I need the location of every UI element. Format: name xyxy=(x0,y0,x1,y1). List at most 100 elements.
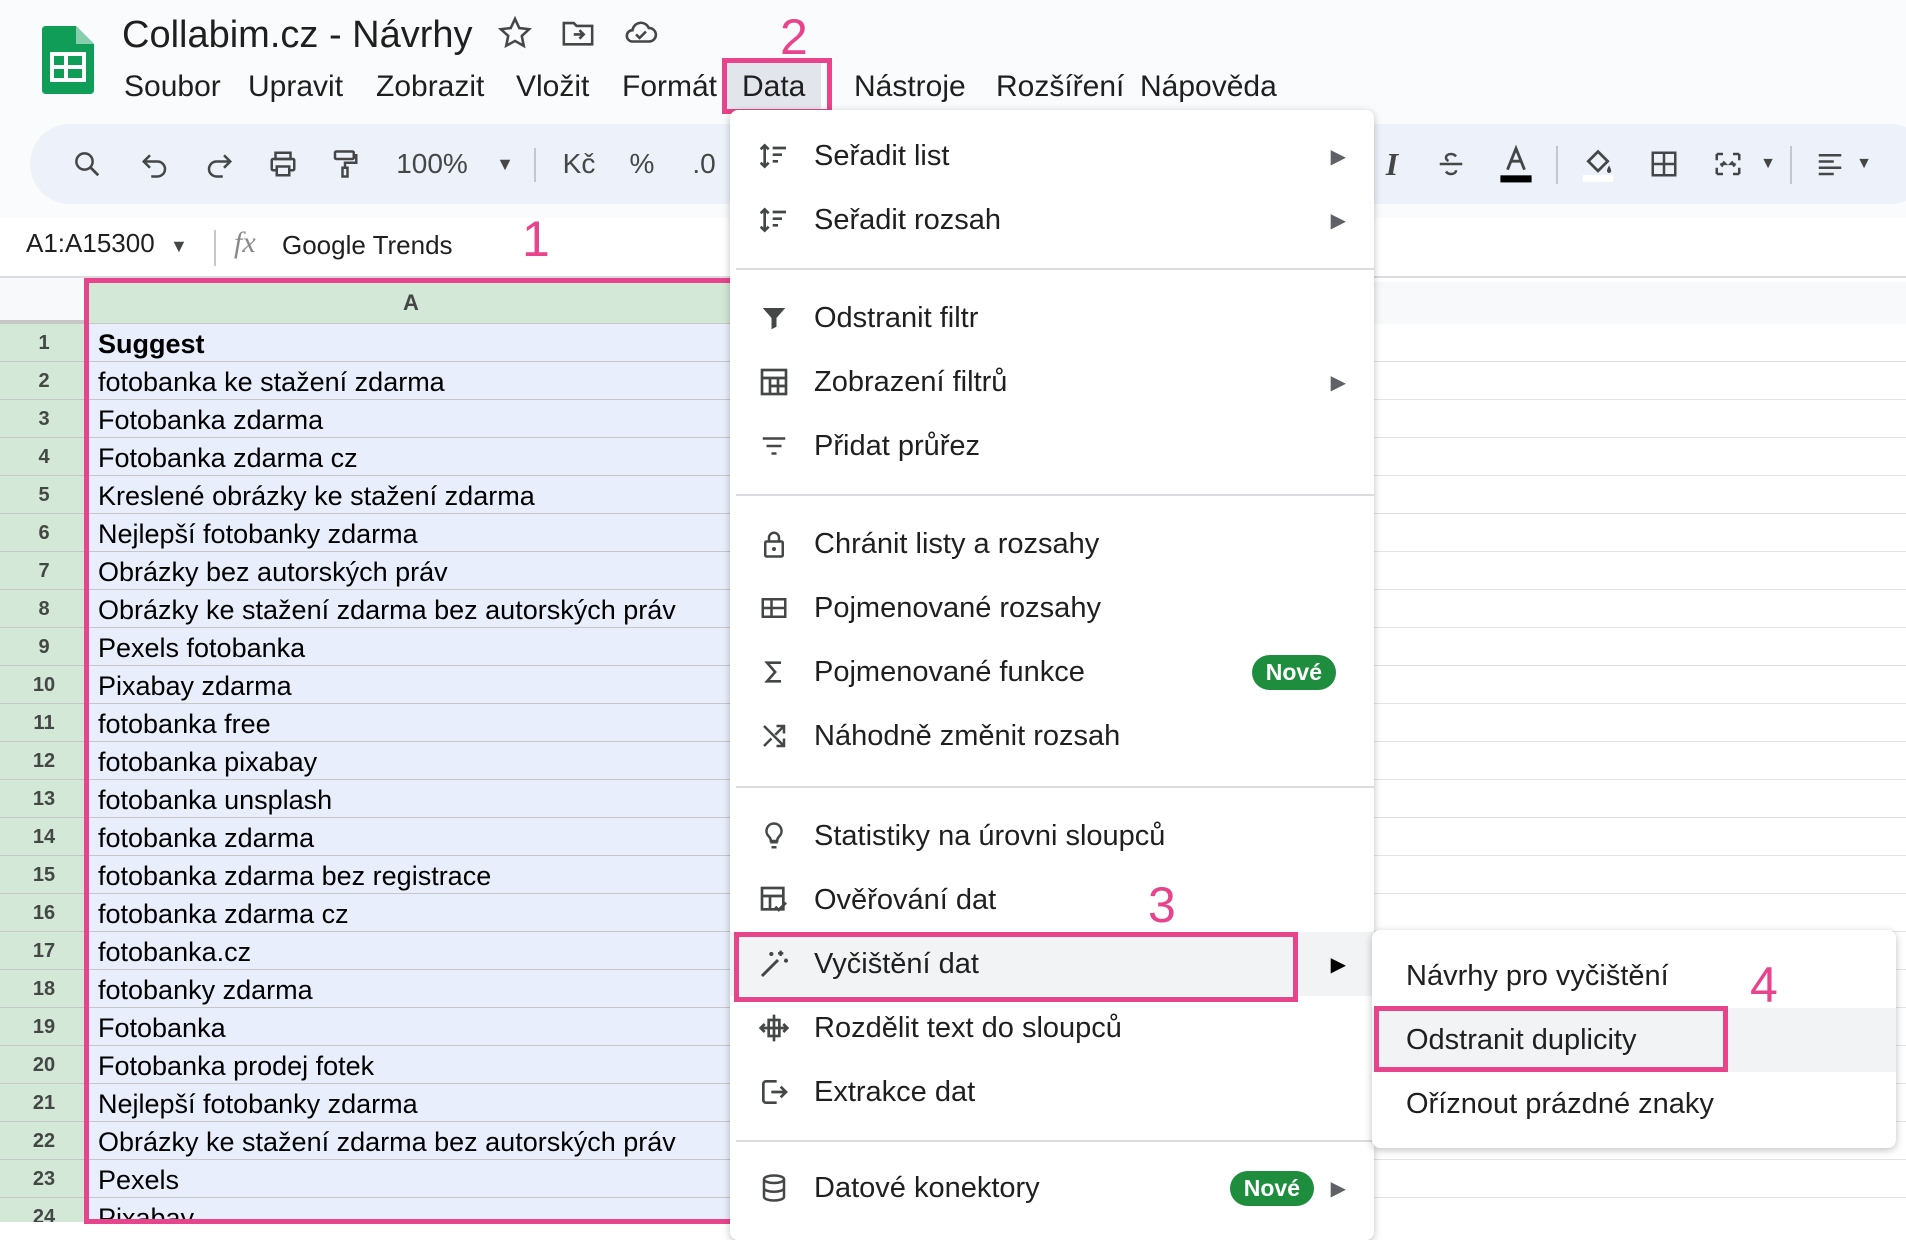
annotation-4: 4 xyxy=(1750,957,1778,1013)
row-header[interactable]: 5 xyxy=(0,476,88,514)
row-header[interactable]: 13 xyxy=(0,780,88,818)
currency-format-button[interactable]: Kč xyxy=(556,140,602,188)
row-header[interactable]: 17 xyxy=(0,932,88,970)
row-header[interactable]: 2 xyxy=(0,362,88,400)
redo-icon[interactable] xyxy=(198,140,240,188)
menu-item[interactable]: Pojmenované rozsahy xyxy=(730,576,1374,640)
row-header[interactable]: 15 xyxy=(0,856,88,894)
row-header[interactable]: 22 xyxy=(0,1122,88,1160)
menu-item-label: Ověřování dat xyxy=(814,883,997,916)
sheets-logo-icon[interactable] xyxy=(42,26,94,94)
search-menus-icon[interactable] xyxy=(66,140,108,188)
row-header[interactable]: 6 xyxy=(0,514,88,552)
menu-soubor[interactable]: Soubor xyxy=(108,62,237,112)
shuffle-icon xyxy=(754,716,794,756)
print-icon[interactable] xyxy=(262,140,304,188)
menu-zobrazit[interactable]: Zobrazit xyxy=(360,62,500,112)
menu-format[interactable]: Formát xyxy=(606,62,733,112)
row-header[interactable]: 11 xyxy=(0,704,88,742)
row-header[interactable]: 14 xyxy=(0,818,88,856)
chevron-down-icon[interactable]: ▼ xyxy=(170,236,188,257)
chevron-down-icon[interactable]: ▼ xyxy=(490,140,520,188)
slicer-icon xyxy=(754,426,794,466)
menu-item-label: Zobrazení filtrů xyxy=(814,365,1008,398)
menu-napoveda[interactable]: Nápověda xyxy=(1124,62,1293,112)
menu-nastroje[interactable]: Nástroje xyxy=(838,62,982,112)
row-header[interactable]: 20 xyxy=(0,1046,88,1084)
row-header[interactable]: 21 xyxy=(0,1084,88,1122)
fill-color-icon[interactable] xyxy=(1576,140,1620,188)
star-icon[interactable] xyxy=(497,15,536,54)
borders-icon[interactable] xyxy=(1642,140,1686,188)
menu-item[interactable]: Rozdělit text do sloupců xyxy=(730,996,1374,1060)
menu-item[interactable]: Chránit listy a rozsahy xyxy=(730,512,1374,576)
menu-item[interactable]: Extrakce dat xyxy=(730,1060,1374,1124)
menu-rozsireni[interactable]: Rozšíření xyxy=(980,62,1140,112)
move-folder-icon[interactable] xyxy=(560,16,598,54)
menu-item-label: Přidat průřez xyxy=(814,429,981,462)
menu-item[interactable]: Náhodně změnit rozsah xyxy=(730,704,1374,768)
filter-icon xyxy=(754,298,794,338)
submenu-arrow-icon: ▶ xyxy=(1330,371,1346,394)
fx-icon: fx xyxy=(234,226,256,259)
strikethrough-icon[interactable] xyxy=(1430,140,1472,188)
row-header[interactable]: 9 xyxy=(0,628,88,666)
menu-upravit[interactable]: Upravit xyxy=(232,62,359,112)
text-color-icon[interactable] xyxy=(1492,140,1540,188)
merge-cells-icon[interactable] xyxy=(1706,140,1750,188)
menu-separator xyxy=(736,268,1374,270)
percent-format-button[interactable]: % xyxy=(624,140,660,188)
menu-item[interactable]: Ověřování dat xyxy=(730,868,1374,932)
submenu-arrow-icon: ▶ xyxy=(1330,1177,1346,1200)
formula-input[interactable]: Google Trends xyxy=(282,230,453,261)
toolbar-divider xyxy=(1556,146,1558,184)
chevron-down-icon[interactable]: ▼ xyxy=(1852,140,1876,188)
menu-vlozit[interactable]: Vložit xyxy=(500,62,605,112)
filter-views-icon xyxy=(754,362,794,402)
menu-item[interactable]: Statistiky na úrovni sloupců xyxy=(730,804,1374,868)
submenu-arrow-icon: ▶ xyxy=(1330,145,1346,168)
menu-item-label: Pojmenované rozsahy xyxy=(814,591,1101,624)
menu-separator xyxy=(736,786,1374,788)
row-header[interactable]: 10 xyxy=(0,666,88,704)
sigma-icon xyxy=(754,652,794,692)
row-header[interactable]: 12 xyxy=(0,742,88,780)
menu-item[interactable]: Zobrazení filtrů ▶ xyxy=(730,350,1374,414)
submenu-arrow-icon: ▶ xyxy=(1330,953,1346,976)
row-header[interactable]: 23 xyxy=(0,1160,88,1198)
row-header[interactable]: 1 xyxy=(0,324,88,362)
menu-item[interactable]: Seřadit rozsah ▶ xyxy=(730,188,1374,252)
paint-format-icon[interactable] xyxy=(324,140,366,188)
align-left-icon[interactable] xyxy=(1808,140,1852,188)
row-header[interactable]: 19 xyxy=(0,1008,88,1046)
menu-item[interactable]: Přidat průřez xyxy=(730,414,1374,478)
document-title[interactable]: Collabim.cz - Návrhy xyxy=(122,14,473,57)
menu-item[interactable]: Seřadit list ▶ xyxy=(730,124,1374,188)
select-all-corner[interactable] xyxy=(0,278,86,324)
annotation-1: 1 xyxy=(522,211,550,267)
row-header[interactable]: 16 xyxy=(0,894,88,932)
row-header[interactable]: 7 xyxy=(0,552,88,590)
menu-item[interactable]: Pojmenované funkce Nové xyxy=(730,640,1374,704)
chevron-down-icon[interactable]: ▼ xyxy=(1756,140,1780,188)
row-header[interactable]: 8 xyxy=(0,590,88,628)
row-header[interactable]: 3 xyxy=(0,400,88,438)
row-header[interactable]: 18 xyxy=(0,970,88,1008)
italic-icon[interactable]: I xyxy=(1372,140,1412,188)
data-validation-icon xyxy=(754,880,794,920)
highlight-data-menu xyxy=(722,58,832,114)
name-box[interactable]: A1:A15300 xyxy=(26,228,155,259)
submenu-trim-whitespace[interactable]: Oříznout prázdné znaky xyxy=(1372,1072,1896,1136)
cloud-saved-icon[interactable] xyxy=(622,16,660,54)
submenu-arrow-icon: ▶ xyxy=(1330,209,1346,232)
submenu-cleanup-suggestions[interactable]: Návrhy pro vyčištění xyxy=(1372,944,1896,1008)
zoom-select[interactable]: 100% xyxy=(392,140,472,188)
menu-item[interactable]: Datové konektory Nové ▶ xyxy=(730,1156,1374,1220)
row-header[interactable]: 4 xyxy=(0,438,88,476)
menu-item-label: Náhodně změnit rozsah xyxy=(814,719,1121,752)
menu-item[interactable]: Odstranit filtr xyxy=(730,286,1374,350)
highlight-cleanup-item xyxy=(734,932,1298,1002)
undo-icon[interactable] xyxy=(134,140,176,188)
menu-item-label: Seřadit list xyxy=(814,139,950,172)
decrease-decimal-button[interactable]: .0 xyxy=(684,140,724,188)
